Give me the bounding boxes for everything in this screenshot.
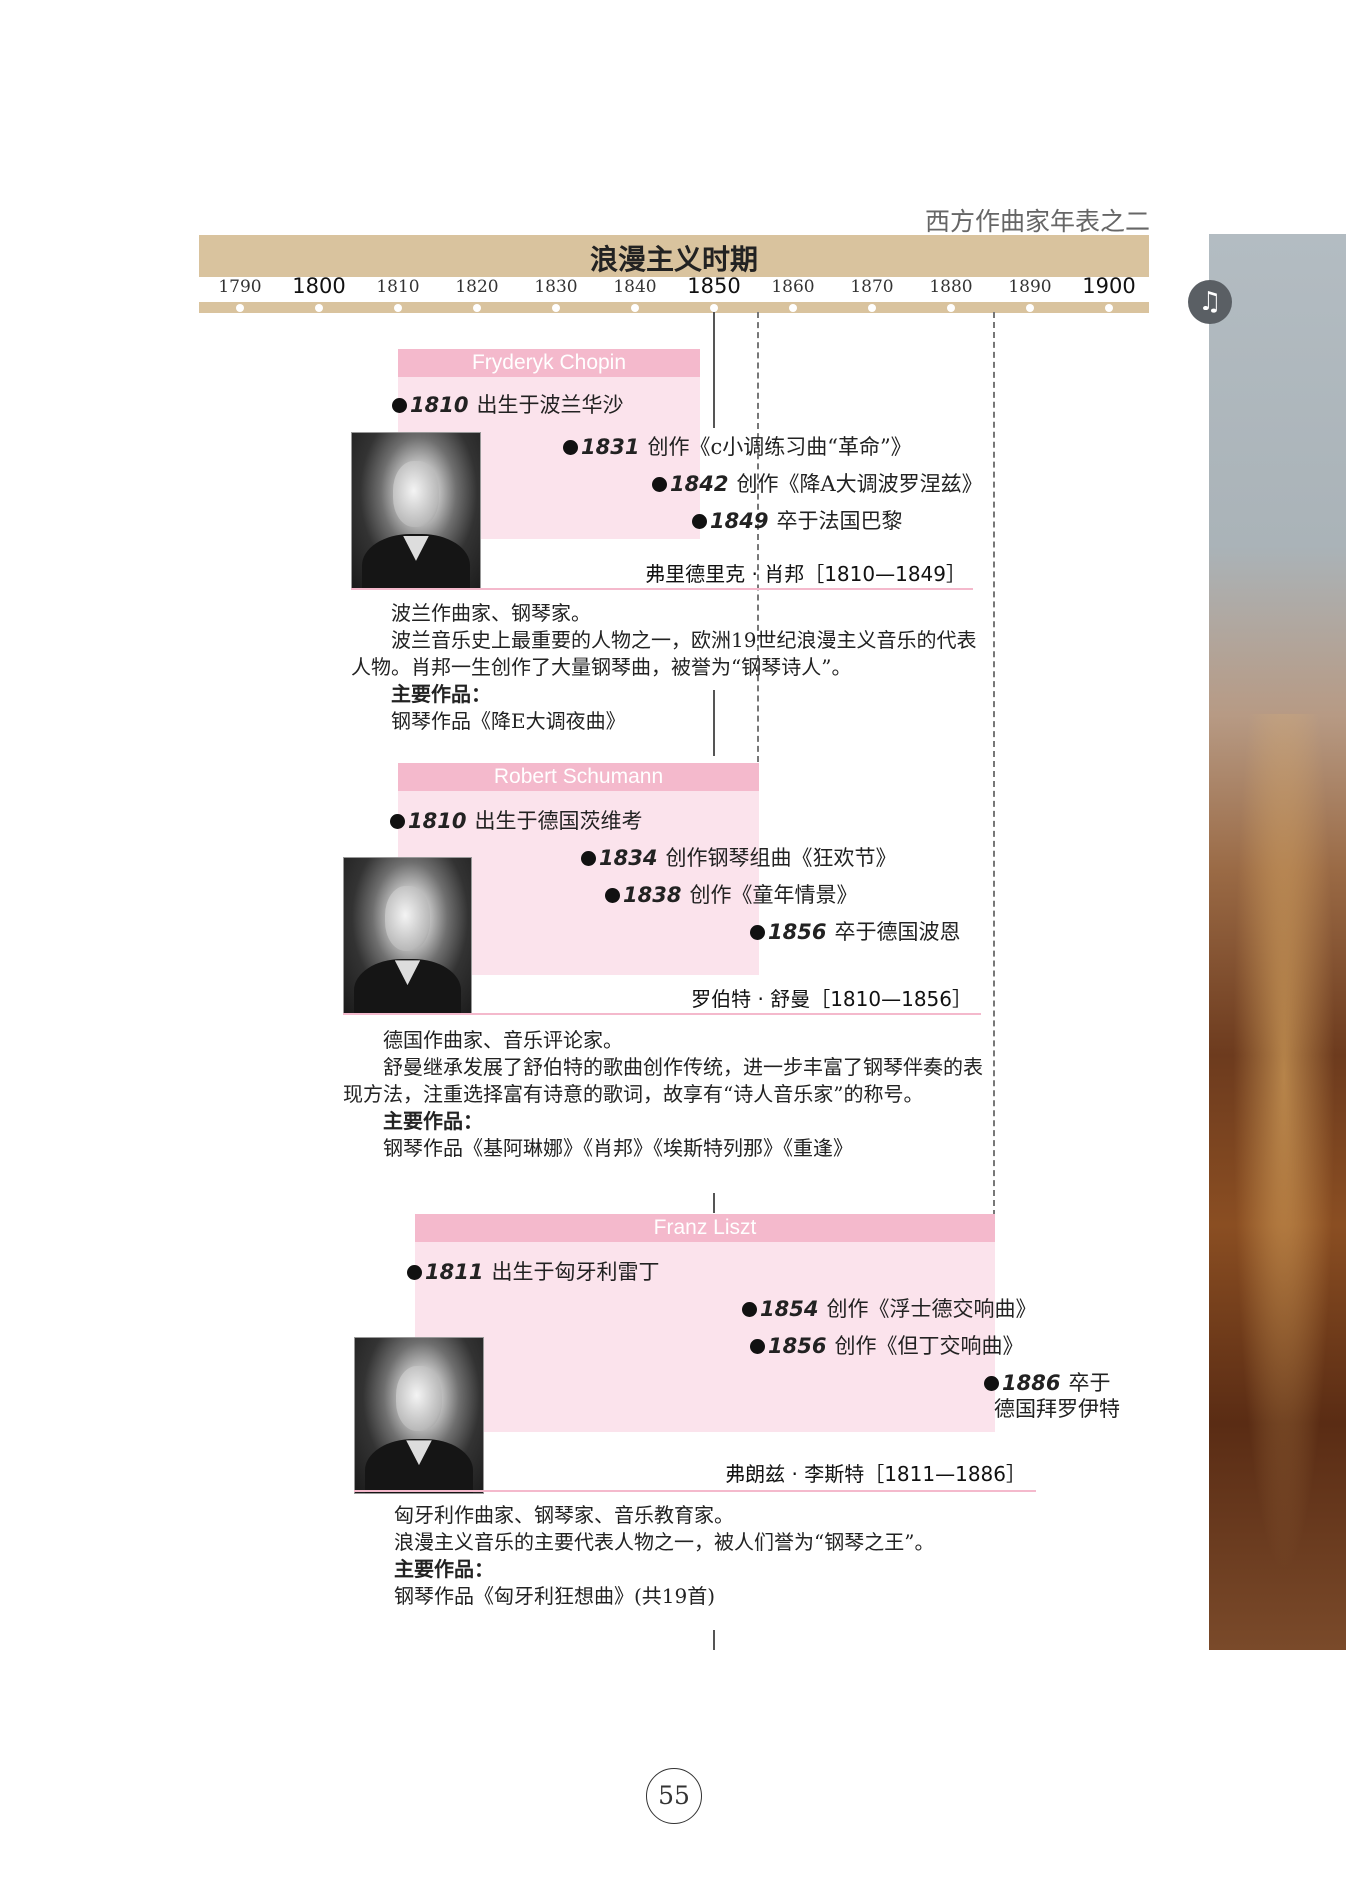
bullet-dot-icon — [750, 925, 765, 940]
divider — [351, 588, 973, 590]
timeline-event: 1838 创作《童年情景》 — [605, 879, 857, 909]
timeline-tick-dot — [1105, 304, 1113, 312]
bullet-dot-icon — [652, 477, 667, 492]
composer-description: 德国作曲家、音乐评论家。 舒曼继承发展了舒伯特的歌曲创作传统，进一步丰富了钢琴伴… — [343, 1027, 983, 1162]
bullet-dot-icon — [407, 1265, 422, 1280]
bullet-dot-icon — [692, 514, 707, 529]
works-list: 钢琴作品《降E大调夜曲》 — [391, 709, 626, 733]
bullet-dot-icon — [742, 1302, 757, 1317]
timeline-year-label: 1820 — [455, 277, 499, 297]
timeline-event: 1854 创作《浮士德交响曲》 — [742, 1293, 1036, 1323]
timeline-tick-dot — [710, 304, 718, 312]
bullet-dot-icon — [984, 1376, 999, 1391]
composer-portrait — [351, 432, 481, 590]
timeline-year-label: 1870 — [850, 277, 894, 297]
timeline-tick-dot — [552, 304, 560, 312]
timeline-tick-dot — [1026, 304, 1034, 312]
timeline-event: 1849 卒于法国巴黎 — [692, 505, 902, 535]
timeline-tick-dot — [236, 304, 244, 312]
composer-chinese-name: 罗伯特 · 舒曼［1810—1856］ — [691, 987, 972, 1011]
timeline-year-label: 1800 — [292, 274, 346, 298]
timeline-axis — [199, 302, 1149, 313]
timeline-year-label: 1840 — [613, 277, 657, 297]
timeline-event: 1831 创作《c小调练习曲“革命”》 — [563, 431, 912, 461]
timeline-year-label: 1900 — [1082, 274, 1136, 298]
composer-latin-name: Franz Liszt — [415, 1214, 995, 1242]
timeline-guide-1850 — [713, 1630, 715, 1650]
description-body: 舒曼继承发展了舒伯特的歌曲创作传统，进一步丰富了钢琴伴奏的表现方法，注重选择富有… — [343, 1055, 983, 1106]
timeline-year-label: 1810 — [376, 277, 420, 297]
composer-description: 波兰作曲家、钢琴家。 波兰音乐史上最重要的人物之一，欧洲19世纪浪漫主义音乐的代… — [351, 600, 981, 735]
timeline-year-label: 1890 — [1008, 277, 1052, 297]
works-title: 主要作品： — [391, 682, 491, 706]
timeline-year-label: 1790 — [218, 277, 262, 297]
composer-lifespan-box — [415, 1214, 995, 1432]
timeline-event: 1842 创作《降A大调波罗涅兹》 — [652, 468, 983, 498]
composer-chinese-name: 弗里德里克 · 肖邦［1810—1849］ — [645, 562, 966, 586]
works-list: 钢琴作品《基阿琳娜》《肖邦》《埃斯特列那》《重逢》 — [383, 1136, 853, 1160]
composer-portrait — [343, 857, 472, 1014]
works-list: 钢琴作品《匈牙利狂想曲》(共19首) — [394, 1584, 716, 1608]
composer-latin-name: Fryderyk Chopin — [398, 349, 700, 377]
timeline-tick-dot — [868, 304, 876, 312]
timeline-event: 1811 出生于匈牙利雷丁 — [407, 1256, 659, 1286]
bullet-dot-icon — [581, 851, 596, 866]
works-title: 主要作品： — [394, 1557, 494, 1581]
timeline-year-label: 1850 — [687, 274, 741, 298]
bullet-dot-icon — [392, 398, 407, 413]
timeline-event: 1856 卒于德国波恩 — [750, 916, 960, 946]
description-lead: 波兰作曲家、钢琴家。 — [391, 601, 591, 625]
description-lead: 匈牙利作曲家、钢琴家、音乐教育家。 — [394, 1503, 734, 1527]
timeline-year-label: 1880 — [929, 277, 973, 297]
works-title: 主要作品： — [383, 1109, 483, 1133]
music-note-icon: ♫ — [1188, 280, 1232, 324]
bullet-dot-icon — [750, 1339, 765, 1354]
bullet-dot-icon — [390, 814, 405, 829]
composer-chinese-name: 弗朗兹 · 李斯特［1811—1886］ — [725, 1462, 1026, 1486]
timeline-tick-dot — [947, 304, 955, 312]
timeline-guide-1886 — [993, 312, 995, 1216]
timeline-guide-1850 — [713, 312, 715, 428]
timeline-year-label: 1860 — [771, 277, 815, 297]
timeline-year-label: 1830 — [534, 277, 578, 297]
page-header-title: 西方作曲家年表之二 — [924, 207, 1150, 236]
timeline-tick-dot — [789, 304, 797, 312]
description-lead: 德国作曲家、音乐评论家。 — [383, 1028, 623, 1052]
timeline-event: 1834 创作钢琴组曲《狂欢节》 — [581, 842, 896, 872]
timeline-event: 1810 出生于德国茨维考 — [390, 805, 642, 835]
bullet-dot-icon — [563, 440, 578, 455]
divider — [343, 1013, 981, 1015]
timeline-tick-dot — [473, 304, 481, 312]
page-number: 55 — [646, 1768, 702, 1824]
timeline-event-continuation: 德国拜罗伊特 — [994, 1397, 1120, 1421]
timeline-tick-dot — [315, 304, 323, 312]
composer-portrait — [354, 1337, 484, 1494]
divider — [354, 1490, 1036, 1492]
timeline-tick-dot — [394, 304, 402, 312]
bullet-dot-icon — [605, 888, 620, 903]
decorative-side-image — [1209, 234, 1346, 1650]
timeline-tick-dot — [631, 304, 639, 312]
period-title: 浪漫主义时期 — [589, 243, 758, 276]
timeline-guide-1850 — [713, 1193, 715, 1213]
timeline-event: 1810 出生于波兰华沙 — [392, 389, 623, 419]
timeline-event: 1856 创作《但丁交响曲》 — [750, 1330, 1023, 1360]
composer-latin-name: Robert Schumann — [398, 763, 759, 791]
composer-description: 匈牙利作曲家、钢琴家、音乐教育家。 浪漫主义音乐的主要代表人物之一，被人们誉为“… — [354, 1502, 1044, 1610]
description-body: 波兰音乐史上最重要的人物之一，欧洲19世纪浪漫主义音乐的代表人物。肖邦一生创作了… — [351, 628, 977, 679]
description-body: 浪漫主义音乐的主要代表人物之一，被人们誉为“钢琴之王”。 — [394, 1530, 935, 1554]
